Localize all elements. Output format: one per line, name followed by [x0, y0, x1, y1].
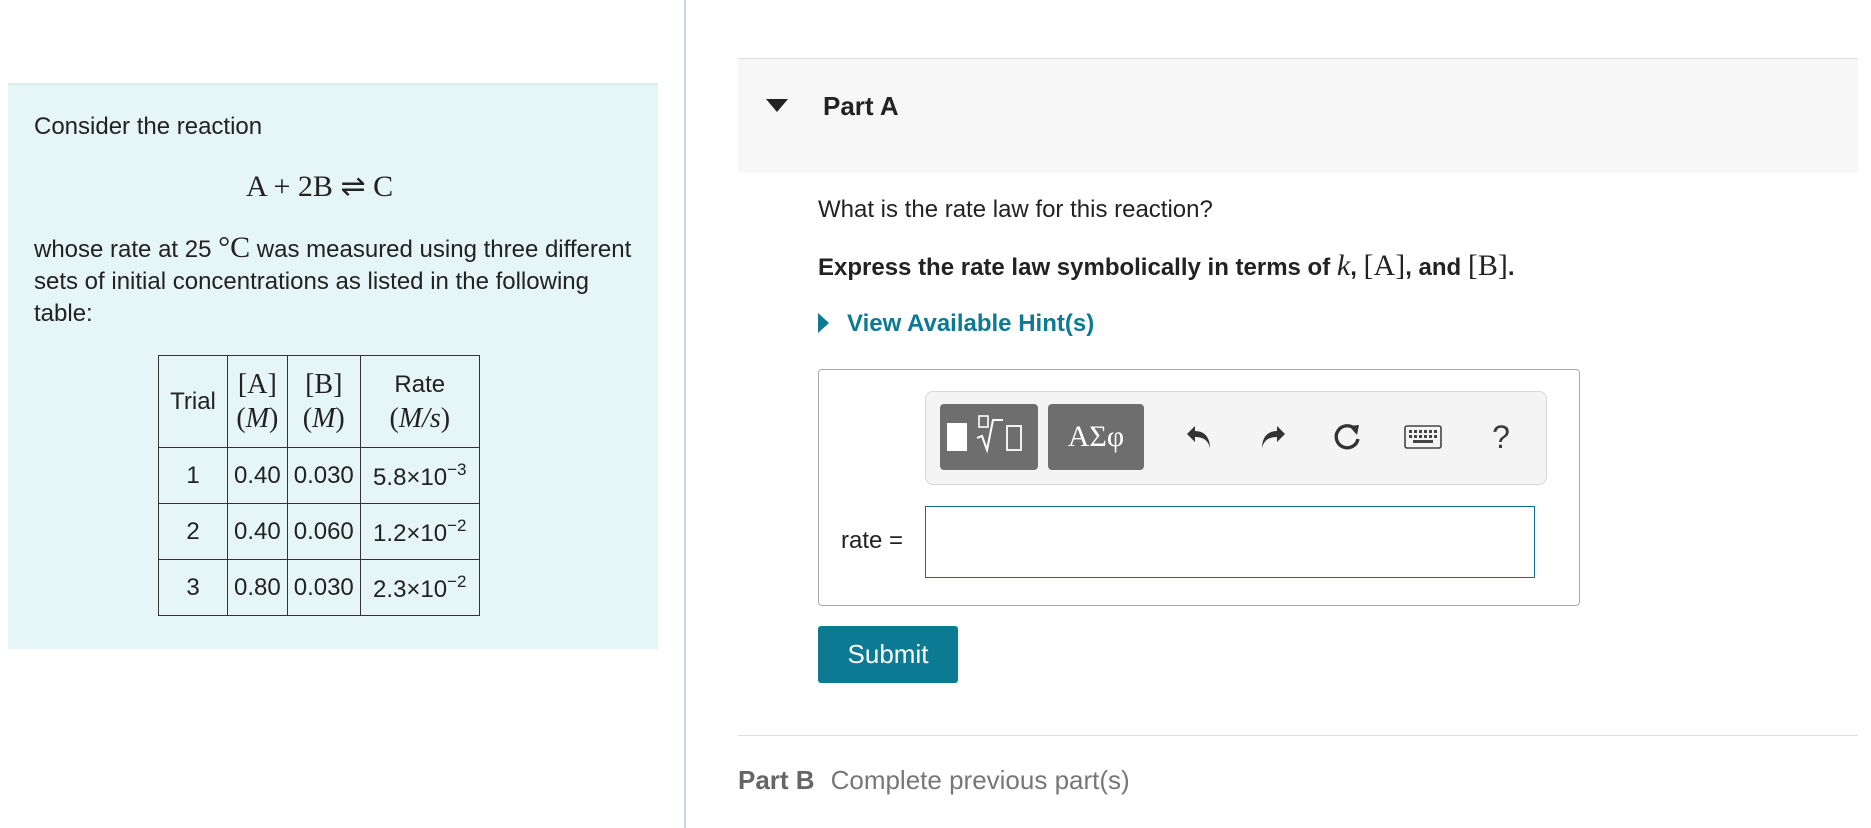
cell-conc-b: 0.060: [286, 503, 361, 560]
header-b-symbol: [B]: [305, 368, 343, 400]
header-conc-a: [A] (M): [227, 355, 288, 448]
cell-trial: 3: [158, 559, 228, 616]
symbol-b: [B]: [1467, 249, 1508, 282]
table-row: 3 0.80 0.030 2.3×10−2: [158, 559, 480, 616]
math-toolbar: ΑΣφ ?: [925, 391, 1547, 485]
temperature-unit: °C: [218, 231, 251, 264]
submit-button[interactable]: Submit: [818, 626, 958, 683]
table-row: 2 0.40 0.060 1.2×10−2: [158, 503, 480, 560]
keyboard-icon[interactable]: [1400, 412, 1446, 462]
symbol-a: [A]: [1363, 249, 1406, 282]
cell-conc-a: 0.40: [227, 447, 288, 504]
part-b-title: Part B: [738, 765, 815, 795]
part-a-title: Part A: [823, 91, 899, 121]
part-b-status: Complete previous part(s): [830, 765, 1130, 795]
desc-before: whose rate at 25: [34, 236, 219, 263]
help-button[interactable]: ?: [1478, 412, 1524, 462]
collapse-caret-icon[interactable]: [766, 99, 788, 112]
cell-rate: 5.8×10−3: [359, 447, 480, 504]
answer-label: rate =: [841, 527, 904, 554]
sqrt-box-icon: [976, 414, 1022, 454]
cell-conc-a: 0.40: [227, 503, 288, 560]
table-row: 1 0.40 0.030 5.8×10−3: [158, 447, 480, 504]
part-a-header[interactable]: Part A: [738, 59, 1858, 173]
page: Consider the reaction A + 2B ⇌ C whose r…: [0, 0, 1871, 828]
answer-box: ΑΣφ ? rate =: [818, 369, 1580, 606]
part-b-top-rule: [738, 735, 1858, 736]
symbol-k: k: [1336, 249, 1351, 282]
symbols-button[interactable]: ΑΣφ: [1048, 404, 1144, 470]
cell-rate: 1.2×10−2: [359, 503, 480, 560]
caret-right-icon: [818, 313, 829, 333]
templates-button[interactable]: [940, 404, 1038, 470]
header-b-unit: (M): [302, 402, 345, 434]
header-rate-label: Rate: [394, 370, 446, 398]
cell-conc-b: 0.030: [286, 559, 361, 616]
reset-icon[interactable]: [1324, 412, 1370, 462]
undo-icon[interactable]: [1176, 412, 1222, 462]
template-square-icon: [947, 423, 967, 451]
rate-data-table: Trial [A] (M) [B] (M) Rate (M/s) 1 0.40 …: [158, 355, 480, 616]
question-text: What is the rate law for this reaction?: [818, 196, 1213, 223]
cell-trial: 1: [158, 447, 228, 504]
sqrt-template-icon: [973, 414, 1031, 461]
header-trial: Trial: [158, 355, 228, 448]
column-divider: [684, 0, 686, 828]
instruction-text: Express the rate law symbolically in ter…: [818, 249, 1515, 282]
header-conc-b: [B] (M): [286, 355, 361, 448]
cell-trial: 2: [158, 503, 228, 560]
header-a-symbol: [A]: [237, 368, 277, 400]
part-b-header: Part B Complete previous part(s): [738, 765, 1130, 796]
cell-rate: 2.3×10−2: [359, 559, 480, 616]
problem-panel: Consider the reaction A + 2B ⇌ C whose r…: [8, 83, 658, 649]
cell-conc-a: 0.80: [227, 559, 288, 616]
table-header-row: Trial [A] (M) [B] (M) Rate (M/s): [158, 355, 480, 448]
view-hints-link[interactable]: View Available Hint(s): [818, 310, 1094, 338]
header-rate-unit: (M/s): [389, 402, 451, 434]
problem-intro: Consider the reaction: [34, 113, 263, 140]
hint-label: View Available Hint(s): [847, 310, 1095, 337]
problem-description: whose rate at 25 °C was measured using t…: [34, 232, 644, 330]
header-rate: Rate (M/s): [359, 355, 480, 448]
answer-input[interactable]: [925, 506, 1535, 578]
redo-icon[interactable]: [1250, 412, 1296, 462]
cell-conc-b: 0.030: [286, 447, 361, 504]
header-a-unit: (M): [236, 402, 279, 434]
reaction-equation: A + 2B ⇌ C: [246, 170, 394, 203]
